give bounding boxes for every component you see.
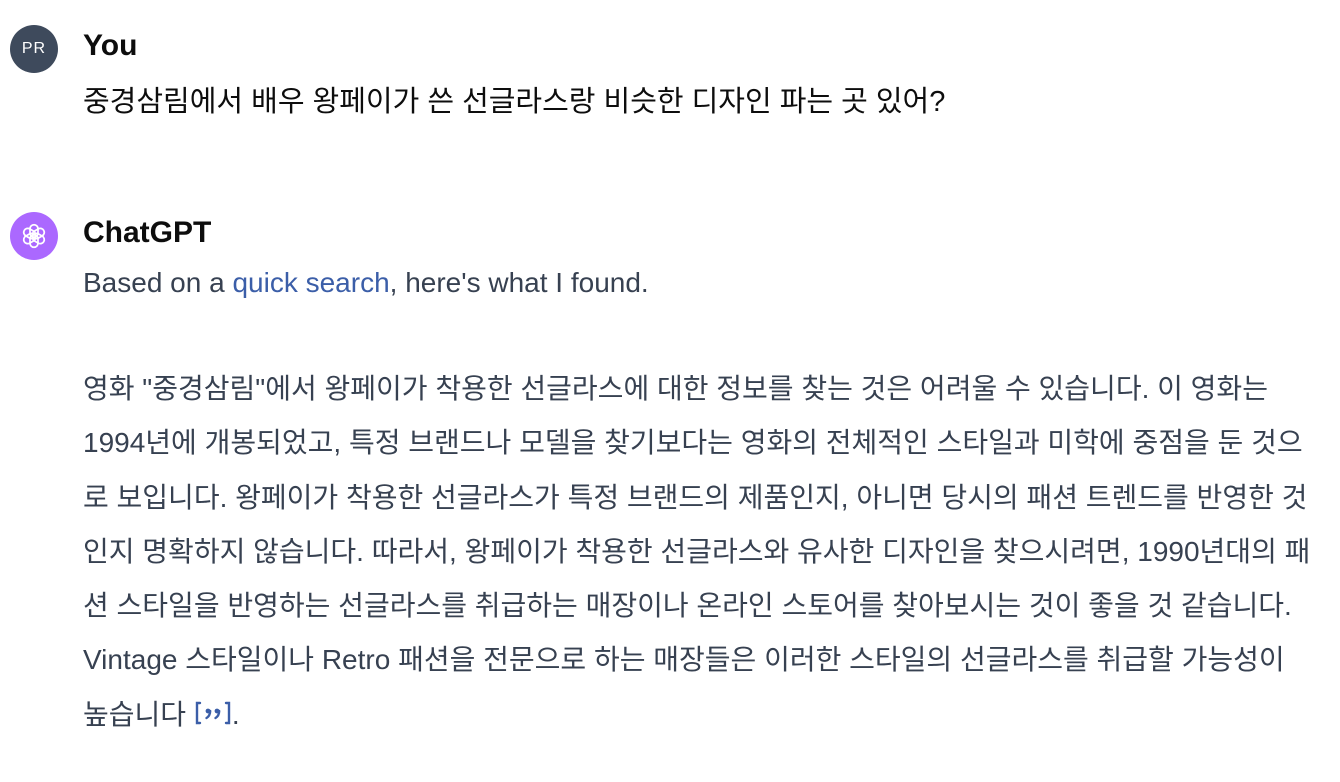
user-message-text: 중경삼림에서 배우 왕페이가 쓴 선글라스랑 비슷한 디자인 파는 곳 있어? <box>83 86 946 118</box>
user-avatar: PR <box>10 25 58 73</box>
openai-logo-icon <box>22 223 46 249</box>
assistant-avatar <box>10 212 58 260</box>
intro-text-before: Based on a <box>83 267 233 298</box>
assistant-author-name: ChatGPT <box>83 216 212 249</box>
assistant-body-text: 영화 "중경삼림"에서 왕페이가 착용한 선글라스에 대한 정보를 찾는 것은 … <box>83 373 1311 730</box>
assistant-intro: Based on a quick search, here's what I f… <box>83 267 1313 299</box>
assistant-body: 영화 "중경삼림"에서 왕페이가 착용한 선글라스에 대한 정보를 찾는 것은 … <box>83 362 1313 742</box>
intro-text-after: , here's what I found. <box>389 267 649 298</box>
citation-button[interactable] <box>194 698 232 728</box>
quick-search-link[interactable]: quick search <box>232 267 389 298</box>
quote-citation-icon <box>195 701 231 724</box>
user-author-name: You <box>83 29 138 62</box>
assistant-body-end: . <box>231 698 240 730</box>
user-avatar-initials: PR <box>21 40 47 57</box>
